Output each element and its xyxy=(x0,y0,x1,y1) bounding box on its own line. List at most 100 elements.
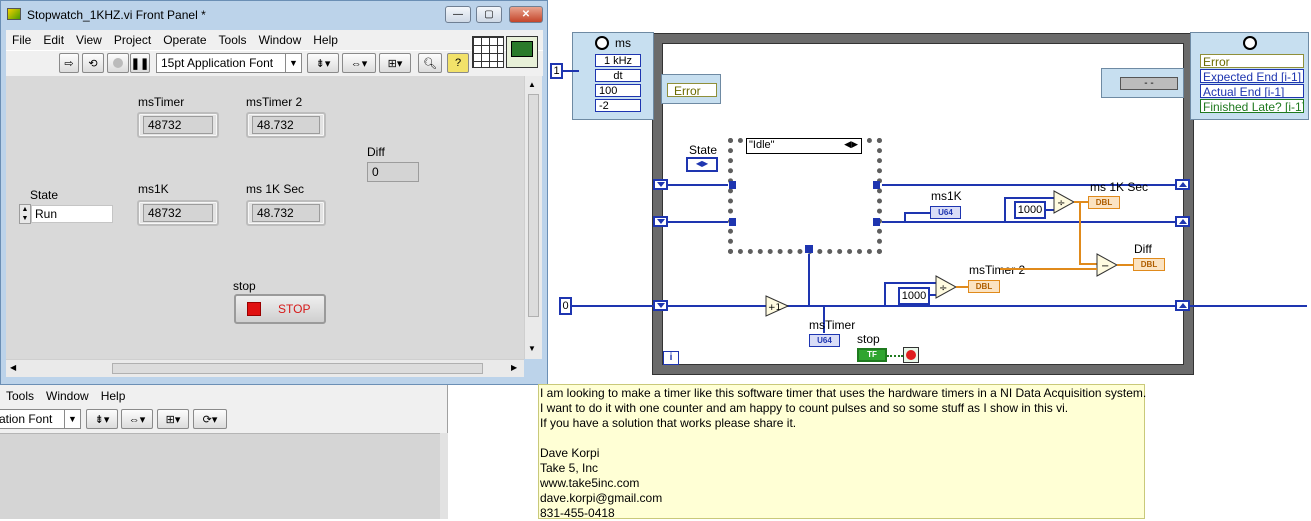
app-icon xyxy=(7,8,21,20)
ms1k-indicator[interactable]: U64 xyxy=(930,206,961,219)
align-objects-button[interactable]: ⇟▾ xyxy=(86,409,118,429)
scroll-left-icon: ◀ xyxy=(10,363,17,372)
chevron-down-icon: ▼ xyxy=(64,410,80,428)
mstimer2-value: 48.732 xyxy=(252,116,320,134)
error-input-node[interactable]: Error xyxy=(661,74,721,104)
vertical-scrollbar[interactable]: ▲ ▼ xyxy=(524,76,542,359)
shift-register-right-3[interactable] xyxy=(1175,300,1190,311)
out-actual-end[interactable]: Actual End [i-1] xyxy=(1200,84,1304,98)
menu-file[interactable]: File xyxy=(12,33,31,47)
front-panel-window: Stopwatch_1KHZ.vi Front Panel * — ▢ ✕ Fi… xyxy=(0,0,548,385)
chevron-down-icon: ▼ xyxy=(285,54,301,72)
stop-condition-icon[interactable] xyxy=(903,347,919,363)
connector-pane-icon[interactable] xyxy=(472,36,504,68)
search-icon: 🔍︎ xyxy=(423,57,437,70)
distribute-objects-button[interactable]: ⇔▾ xyxy=(342,53,376,73)
ms1k-indicator: 48732 xyxy=(137,200,219,226)
maximize-button[interactable]: ▢ xyxy=(476,6,502,23)
back-menu-window[interactable]: Window xyxy=(46,389,89,403)
config-row-offset[interactable]: 100 xyxy=(595,84,641,97)
vi-icon[interactable] xyxy=(506,36,538,68)
const-zero[interactable]: 0 xyxy=(559,297,572,315)
mstimer-indicator: 48732 xyxy=(137,112,219,138)
stop-terminal[interactable]: TF xyxy=(857,348,887,362)
const-one[interactable]: 1 xyxy=(550,63,563,79)
wire-div2-v xyxy=(884,282,886,307)
vertical-scroll-thumb[interactable] xyxy=(528,94,539,317)
timed-loop-output-node[interactable]: Error Expected End [i-1] Actual End [i-1… xyxy=(1190,32,1309,120)
menu-window[interactable]: Window xyxy=(259,33,302,47)
const-1000-a[interactable]: 1000 xyxy=(1014,201,1046,219)
abort-button[interactable] xyxy=(107,53,129,73)
config-row-priority[interactable]: -2 xyxy=(595,99,641,112)
minimize-button[interactable]: — xyxy=(445,6,471,23)
shift-register-right-1[interactable] xyxy=(1175,179,1190,190)
reorder-button[interactable]: ⟳▾ xyxy=(193,409,227,429)
back-scrollbar[interactable] xyxy=(440,433,448,519)
mstimer-indicator[interactable]: U64 xyxy=(809,334,840,347)
back-font-select[interactable]: ation Font ▼ xyxy=(0,409,81,429)
shift-register-left-3[interactable] xyxy=(653,300,668,311)
note-line: www.take5inc.com xyxy=(540,476,640,490)
config-row-source[interactable]: 1 kHz xyxy=(595,54,641,67)
resize-objects-button[interactable]: ⊞▾ xyxy=(157,409,189,429)
state-ring-arrows[interactable]: ▲ ▼ xyxy=(19,204,31,224)
search-button[interactable]: 🔍︎ xyxy=(418,53,442,73)
wire-diff-a2 xyxy=(1079,263,1097,265)
subtract-node[interactable]: − xyxy=(1096,253,1119,277)
case-dropdown[interactable]: - - xyxy=(1120,77,1178,90)
divide-node-1[interactable]: ÷ xyxy=(1053,190,1076,214)
out-error[interactable]: Error xyxy=(1200,54,1304,69)
state-terminal[interactable]: ◀▶ xyxy=(686,157,718,172)
case-selector[interactable]: "Idle" ◀▶ xyxy=(746,138,862,154)
shift-register-right-2[interactable] xyxy=(1175,216,1190,227)
font-select[interactable]: 15pt Application Font ▼ xyxy=(156,53,302,73)
increment-node[interactable]: +1 xyxy=(765,295,790,317)
horizontal-scroll-thumb[interactable] xyxy=(112,363,483,374)
const-1000-b[interactable]: 1000 xyxy=(898,287,930,305)
distribute-objects-button[interactable]: ⇔▾ xyxy=(121,409,153,429)
case-selector-dropdown-node[interactable]: - - xyxy=(1101,68,1184,98)
run-continuously-button[interactable]: ⟲ xyxy=(82,53,104,73)
mstimer2-indicator[interactable]: DBL xyxy=(968,280,1000,293)
shift-register-left-1[interactable] xyxy=(653,179,668,190)
case-tunnel xyxy=(873,181,880,189)
back-menu-tools[interactable]: Tools xyxy=(6,389,34,403)
config-node-title: ms xyxy=(615,36,631,50)
menu-edit[interactable]: Edit xyxy=(43,33,64,47)
note-line: I want to do it with one counter and am … xyxy=(540,401,1069,415)
wire-inc xyxy=(789,305,809,307)
menu-tools[interactable]: Tools xyxy=(219,33,247,47)
close-button[interactable]: ✕ xyxy=(509,6,543,23)
align-objects-button[interactable]: ⇟▾ xyxy=(307,53,339,73)
menu-help[interactable]: Help xyxy=(313,33,338,47)
menu-operate[interactable]: Operate xyxy=(163,33,206,47)
out-expected-end[interactable]: Expected End [i-1] xyxy=(1200,69,1304,83)
ms1ksec-indicator[interactable]: DBL xyxy=(1088,196,1120,209)
context-help-button[interactable]: ? xyxy=(447,53,469,73)
comment-note: I am looking to make a timer like this s… xyxy=(538,384,1146,520)
note-line: dave.korpi@gmail.com xyxy=(540,491,663,505)
font-label: 15pt Application Font xyxy=(161,56,274,70)
scroll-up-icon: ▲ xyxy=(528,80,536,89)
resize-objects-button[interactable]: ⊞▾ xyxy=(379,53,411,73)
diff-indicator[interactable]: DBL xyxy=(1133,258,1165,271)
case-structure[interactable] xyxy=(728,138,882,254)
back-canvas xyxy=(0,433,440,519)
back-menu-help[interactable]: Help xyxy=(101,389,126,403)
timed-loop-input-node[interactable]: ms 1 kHz dt 100 -2 xyxy=(572,32,654,120)
run-button[interactable]: ⇨ xyxy=(59,53,79,73)
config-row-dt[interactable]: dt xyxy=(595,69,641,82)
scroll-right-icon: ▶ xyxy=(511,363,518,372)
divide-node-2[interactable]: ÷ xyxy=(935,275,958,299)
out-finished-late[interactable]: Finished Late? [i-1] xyxy=(1200,99,1304,113)
state-ring[interactable]: Run xyxy=(31,205,113,223)
horizontal-scrollbar[interactable]: ◀ ▶ xyxy=(6,359,524,377)
shift-register-left-2[interactable] xyxy=(653,216,668,227)
menu-view[interactable]: View xyxy=(76,33,102,47)
menu-project[interactable]: Project xyxy=(114,33,151,47)
wire-diff-a xyxy=(1079,201,1081,265)
pause-button[interactable]: ❚❚ xyxy=(130,53,150,73)
scroll-down-icon: ▼ xyxy=(528,344,536,353)
stop-button[interactable]: STOP xyxy=(234,294,326,324)
